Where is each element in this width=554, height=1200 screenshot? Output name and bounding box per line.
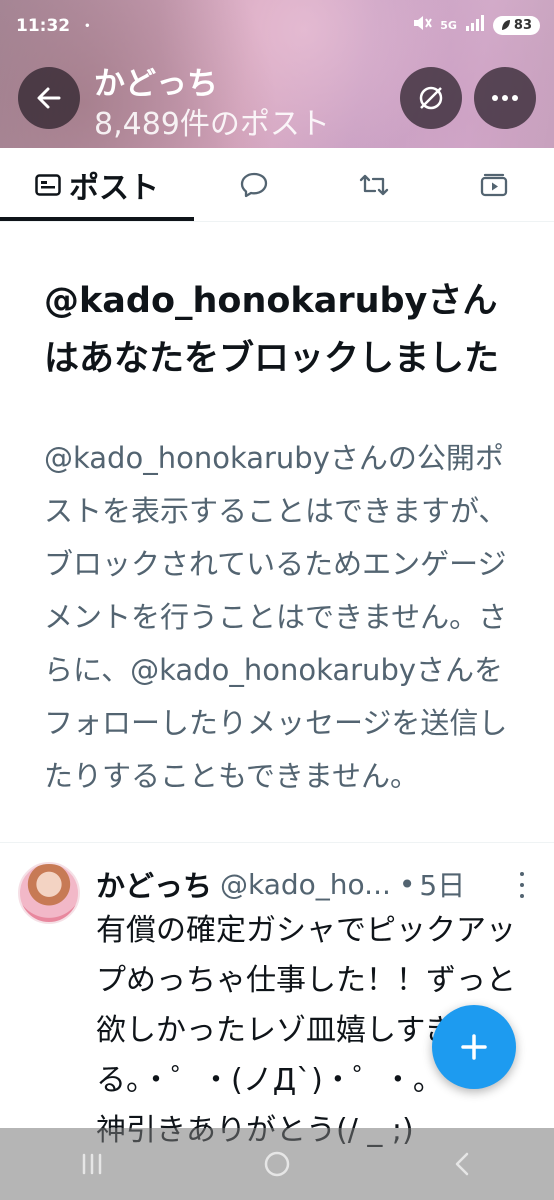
post-separator: • xyxy=(398,867,416,901)
post-author-handle[interactable]: @kado_ho... xyxy=(220,868,391,901)
tab-posts-label: ポスト xyxy=(69,170,159,206)
home-circle-icon xyxy=(264,1151,290,1177)
signal-icon xyxy=(465,15,485,35)
recent-apps-icon xyxy=(83,1153,102,1175)
post-count: 8,489件のポスト xyxy=(94,107,330,142)
status-bar: 11:32 • 5G 83 xyxy=(0,0,554,52)
system-navigation-bar xyxy=(0,1128,554,1200)
back-button[interactable] xyxy=(18,67,80,129)
recent-apps-button[interactable] xyxy=(62,1134,122,1194)
chevron-left-icon xyxy=(455,1152,468,1176)
network-label: 5G xyxy=(440,18,457,32)
status-time: 11:32 xyxy=(16,16,71,36)
more-options-button[interactable] xyxy=(474,67,536,129)
post-timestamp[interactable]: 5日 xyxy=(419,864,465,904)
more-horizontal-icon xyxy=(492,95,518,101)
compose-button[interactable] xyxy=(432,1005,516,1089)
tab-posts[interactable]: ポスト xyxy=(0,148,194,221)
posts-icon xyxy=(35,173,61,196)
arrow-left-icon xyxy=(37,87,61,109)
home-button[interactable] xyxy=(247,1134,307,1194)
profile-tabs: ポスト xyxy=(0,148,554,222)
plus-icon xyxy=(461,1034,487,1060)
reply-icon xyxy=(240,172,268,197)
tab-replies[interactable] xyxy=(194,148,314,221)
tab-reposts[interactable] xyxy=(314,148,434,221)
media-icon xyxy=(480,173,508,196)
battery-level: 83 xyxy=(513,17,532,33)
post-author-name[interactable]: かどっち xyxy=(96,863,212,905)
section-divider xyxy=(0,842,554,843)
battery-indicator: 83 xyxy=(492,15,540,35)
back-nav-button[interactable] xyxy=(432,1134,492,1194)
post-header: かどっち @kado_ho... • 5日 xyxy=(96,862,516,906)
tab-selected-indicator xyxy=(0,217,194,221)
tab-media[interactable] xyxy=(434,148,554,221)
profile-header-banner: 11:32 • 5G 83 かどっち 8,489件のポスト xyxy=(0,0,554,148)
grok-button[interactable] xyxy=(400,67,462,129)
avatar[interactable] xyxy=(18,862,80,924)
mute-status-icon xyxy=(412,14,433,36)
blocked-description: @kado_honokarubyさんの公開ポストを表示することはできますが、ブロ… xyxy=(44,441,508,793)
post-more-icon[interactable] xyxy=(514,872,530,898)
profile-name: かどっち xyxy=(94,66,218,102)
blocked-title: @kado_honokarubyさんはあなたをブロックしました xyxy=(44,281,500,379)
leaf-icon xyxy=(501,20,510,30)
repost-icon xyxy=(359,174,389,195)
status-notification-dot: • xyxy=(84,20,91,32)
grok-icon xyxy=(419,86,443,110)
